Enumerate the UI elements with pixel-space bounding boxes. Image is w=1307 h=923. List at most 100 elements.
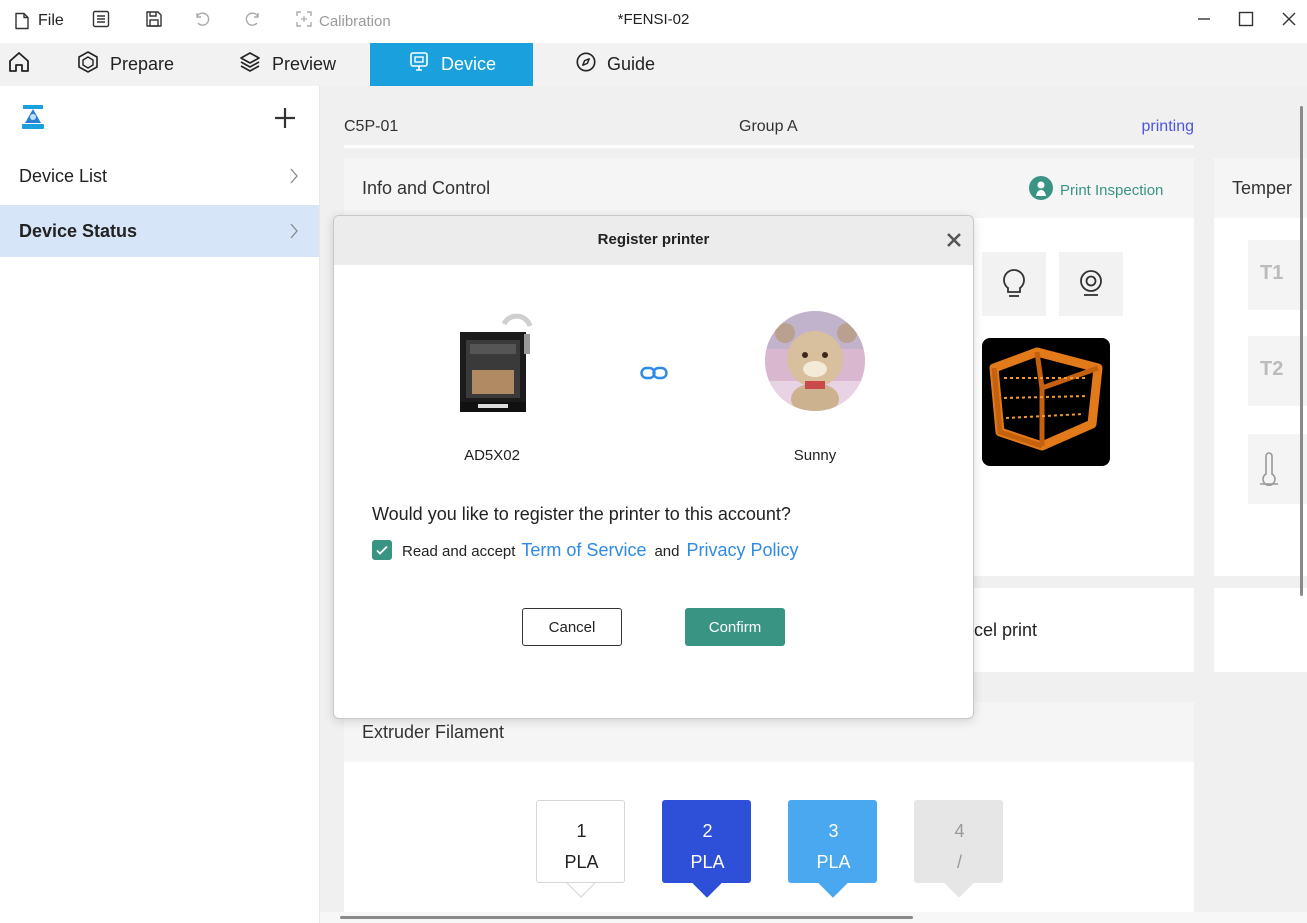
light-toggle-button[interactable] xyxy=(982,252,1046,316)
device-status-text: printing xyxy=(1141,118,1194,135)
calibration-icon xyxy=(295,10,313,33)
user-name: Sunny xyxy=(793,447,837,464)
open-project-button[interactable] xyxy=(92,8,110,34)
tab-prepare[interactable]: Prepare xyxy=(76,43,174,86)
minimize-button[interactable] xyxy=(1196,8,1212,34)
filament-slot-material: PLA xyxy=(816,852,851,872)
filament-slot-pointer xyxy=(944,882,974,898)
lightbulb-icon xyxy=(1000,268,1028,305)
filament-slot-number: 3 xyxy=(828,821,839,841)
device-name: C5P-01 xyxy=(344,118,399,135)
filament-slot-color: 1 PLA xyxy=(536,800,625,883)
print-model-thumbnail xyxy=(989,347,1103,451)
filament-slot-color: 2 PLA xyxy=(662,800,751,883)
redo-button[interactable] xyxy=(244,8,262,34)
extruder-filament-panel: Extruder Filament 1 PLA 2 PLA 3 PLA 4/ xyxy=(344,702,1194,923)
tab-guide[interactable]: Guide xyxy=(575,43,655,86)
filament-slot[interactable]: 2 PLA xyxy=(662,800,751,900)
printer-image xyxy=(452,310,534,418)
link-icon xyxy=(640,366,668,385)
undo-button[interactable] xyxy=(193,8,211,34)
filament-slot[interactable]: 3 PLA xyxy=(788,800,877,900)
chevron-right-icon xyxy=(289,222,299,245)
filament-slot-color: 4/ xyxy=(914,800,1003,883)
home-icon xyxy=(7,50,41,79)
sidebar: Device List Device Status xyxy=(0,86,320,923)
filament-slot[interactable]: 4/ xyxy=(914,800,1003,900)
print-inspection-button[interactable]: Print Inspection xyxy=(1029,176,1163,205)
filament-slot-color: 3 PLA xyxy=(788,800,877,883)
sidebar-item-device-list[interactable]: Device List xyxy=(0,150,319,202)
maximize-button[interactable] xyxy=(1238,8,1254,34)
maximize-icon xyxy=(1238,11,1254,32)
accept-terms-row: Read and accept Term of Service and Priv… xyxy=(402,540,799,561)
filament-slot-material: PLA xyxy=(564,852,599,872)
filament-slot-pointer xyxy=(692,882,722,898)
tab-device-label: Device xyxy=(440,54,497,74)
temperature-panel: Temper T1 T2 xyxy=(1214,158,1307,576)
tab-home[interactable] xyxy=(7,43,35,86)
confirm-button[interactable]: Confirm xyxy=(685,608,785,646)
save-icon xyxy=(145,10,163,33)
tab-preview[interactable]: Preview xyxy=(238,43,336,86)
and-text: and xyxy=(654,543,680,560)
accept-terms-label: Read and accept xyxy=(402,543,516,560)
cancel-button[interactable]: Cancel xyxy=(522,608,622,646)
document-list-icon xyxy=(92,10,110,33)
t2-label: T2 xyxy=(1260,358,1284,380)
inspection-icon xyxy=(1029,176,1053,205)
horizontal-scrollbar[interactable] xyxy=(320,912,1307,923)
calibration-menu[interactable]: Calibration xyxy=(295,8,391,34)
register-printer-dialog: Register printer AD5X02 Sunny Would you … xyxy=(333,215,974,719)
title-bar: File Calibration *FENSI-02 xyxy=(0,0,1307,43)
tab-preview-label: Preview xyxy=(272,54,337,74)
device-group: Group A xyxy=(739,118,798,135)
camera-toggle-button[interactable] xyxy=(1059,252,1123,316)
horizontal-scrollbar-thumb[interactable] xyxy=(340,916,913,919)
tab-guide-label: Guide xyxy=(607,54,656,74)
chevron-right-icon xyxy=(289,167,299,190)
printer-name: AD5X02 xyxy=(464,447,520,464)
file-icon xyxy=(13,12,31,30)
device-header: C5P-01 Group A printing xyxy=(344,116,1194,148)
filament-slot-material: / xyxy=(956,852,962,872)
t1-label: T1 xyxy=(1260,262,1284,284)
filament-slot-pointer xyxy=(818,882,848,898)
temperature-footer-panel xyxy=(1214,588,1307,672)
terms-of-service-link[interactable]: Term of Service xyxy=(521,540,646,561)
filament-slot-number: 4 xyxy=(954,821,965,841)
plus-icon xyxy=(273,108,297,134)
prepare-icon xyxy=(76,50,110,79)
filament-slot[interactable]: 1 PLA xyxy=(536,800,625,900)
close-icon xyxy=(1281,11,1297,32)
thermometer-icon xyxy=(1260,452,1278,491)
user-avatar xyxy=(765,311,865,411)
file-menu[interactable]: File xyxy=(13,8,64,34)
tab-prepare-label: Prepare xyxy=(110,54,175,74)
filament-slot-number: 1 xyxy=(576,821,587,841)
vertical-scrollbar[interactable] xyxy=(1297,86,1307,912)
close-window-button[interactable] xyxy=(1281,8,1297,34)
print-thumbnail-image xyxy=(982,338,1110,466)
undo-icon xyxy=(193,10,211,33)
save-button[interactable] xyxy=(145,8,163,34)
redo-icon xyxy=(244,10,262,33)
temperature-title: Temper xyxy=(1232,177,1293,198)
accept-terms-checkbox[interactable] xyxy=(372,540,392,560)
privacy-policy-link[interactable]: Privacy Policy xyxy=(687,540,799,561)
dialog-header: Register printer xyxy=(334,216,973,265)
tab-device[interactable]: Device xyxy=(370,43,533,86)
add-device-button[interactable] xyxy=(273,106,297,135)
file-menu-label: File xyxy=(38,12,64,29)
calibration-label: Calibration xyxy=(319,12,391,30)
layers-icon xyxy=(238,50,272,79)
webcam-icon xyxy=(1078,269,1104,304)
compass-icon xyxy=(575,51,607,78)
dialog-close-button[interactable] xyxy=(946,232,962,253)
sidebar-item-label: Device List xyxy=(19,165,108,186)
vertical-scrollbar-thumb[interactable] xyxy=(1300,106,1303,596)
cancel-print-button[interactable]: cel print xyxy=(974,620,1037,641)
print-inspection-label: Print Inspection xyxy=(1060,182,1164,199)
sidebar-item-device-status[interactable]: Device Status xyxy=(0,205,319,257)
register-question: Would you like to register the printer t… xyxy=(372,504,791,524)
